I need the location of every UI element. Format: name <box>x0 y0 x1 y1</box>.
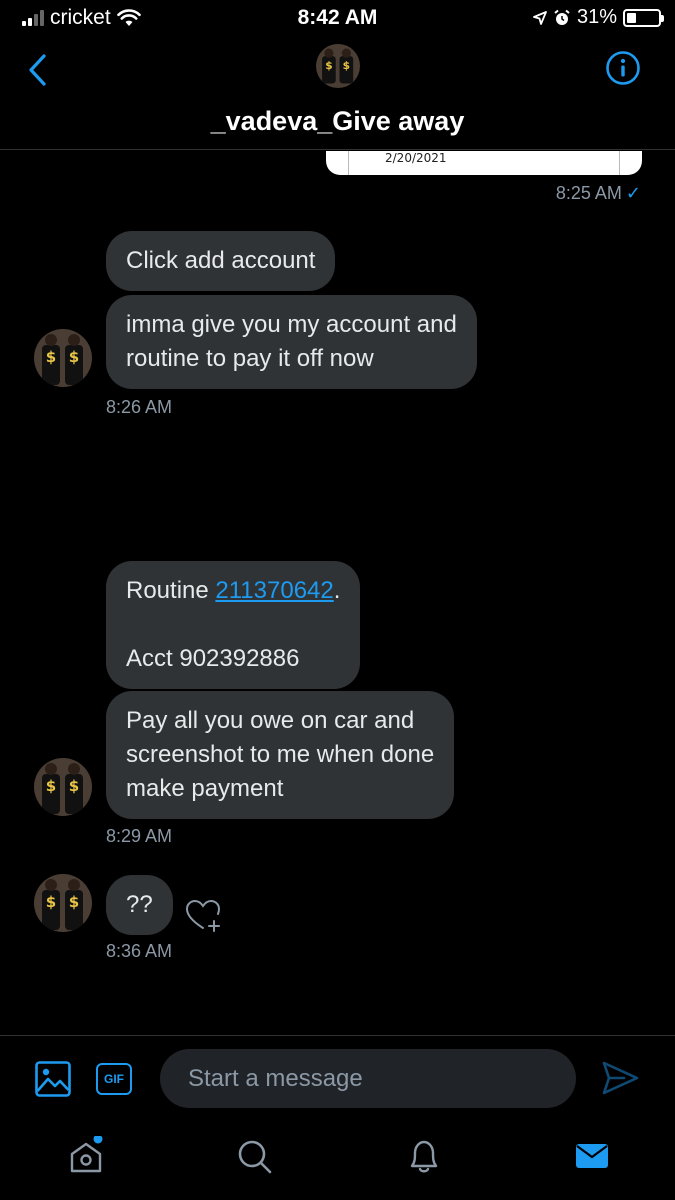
svg-text:$: $ <box>343 59 350 72</box>
status-bar: cricket 8:42 AM 31% <box>0 0 675 36</box>
received-message[interactable]: Routine 211370642. Acct 902392886 <box>106 561 361 689</box>
message-list[interactable]: 2/20/2021 8:25 AM ✓ Click add account imm… <box>0 151 675 1035</box>
received-message[interactable]: Click add account <box>106 231 336 291</box>
heart-plus-icon[interactable] <box>184 897 222 935</box>
back-button[interactable] <box>24 52 54 88</box>
sent-image-attachment[interactable]: 2/20/2021 <box>326 151 642 175</box>
message-time: 8:26 AM <box>106 397 173 417</box>
tab-search[interactable] <box>234 1136 274 1176</box>
info-icon[interactable] <box>605 50 641 86</box>
avatar[interactable]: $ $ <box>34 874 92 932</box>
message-input[interactable] <box>160 1049 576 1108</box>
received-message[interactable]: imma give you my account and routine to … <box>106 295 477 389</box>
tab-messages[interactable] <box>572 1136 612 1176</box>
image-icon[interactable] <box>34 1060 72 1098</box>
sent-message-time: 8:25 AM ✓ <box>555 183 641 203</box>
battery-percent: 31% <box>576 6 617 28</box>
page-title: _vadeva_Give away <box>210 106 465 136</box>
message-time: 8:36 AM <box>106 941 173 961</box>
received-message[interactable]: Pay all you owe on car and screenshot to… <box>106 691 455 819</box>
notification-dot <box>93 1134 103 1144</box>
received-message[interactable]: ?? <box>106 875 173 935</box>
message-composer: GIF <box>0 1035 675 1120</box>
messages-icon <box>576 1144 608 1168</box>
notifications-icon <box>410 1140 438 1173</box>
svg-text:$: $ <box>69 893 79 911</box>
home-icon <box>70 1134 103 1173</box>
battery-icon <box>623 8 664 27</box>
svg-text:$: $ <box>46 893 56 911</box>
avatar[interactable]: $ $ <box>34 758 92 816</box>
avatar[interactable]: $ $ <box>34 329 92 387</box>
attachment-date-text: 2/20/2021 <box>385 151 447 165</box>
avatar[interactable]: $ $ <box>316 44 360 88</box>
svg-text:$: $ <box>46 348 56 366</box>
gif-button[interactable]: GIF <box>96 1063 132 1095</box>
svg-text:$: $ <box>69 777 79 795</box>
routing-number-link[interactable]: 211370642 <box>215 577 333 604</box>
alarm-icon <box>554 9 570 25</box>
message-time: 8:29 AM <box>106 826 173 846</box>
tab-home[interactable] <box>66 1134 106 1176</box>
conversation-header: $ $ _vadeva_Give away <box>0 36 675 150</box>
send-icon[interactable] <box>600 1058 640 1098</box>
location-arrow-icon <box>533 10 547 25</box>
status-right: 31% <box>533 6 664 29</box>
read-check-icon: ✓ <box>625 183 641 203</box>
svg-text:$: $ <box>325 59 332 72</box>
svg-text:$: $ <box>69 348 79 366</box>
svg-text:$: $ <box>46 777 56 795</box>
bottom-tab-bar <box>0 1120 675 1200</box>
tab-notifications[interactable] <box>404 1136 444 1176</box>
search-icon <box>238 1140 272 1174</box>
